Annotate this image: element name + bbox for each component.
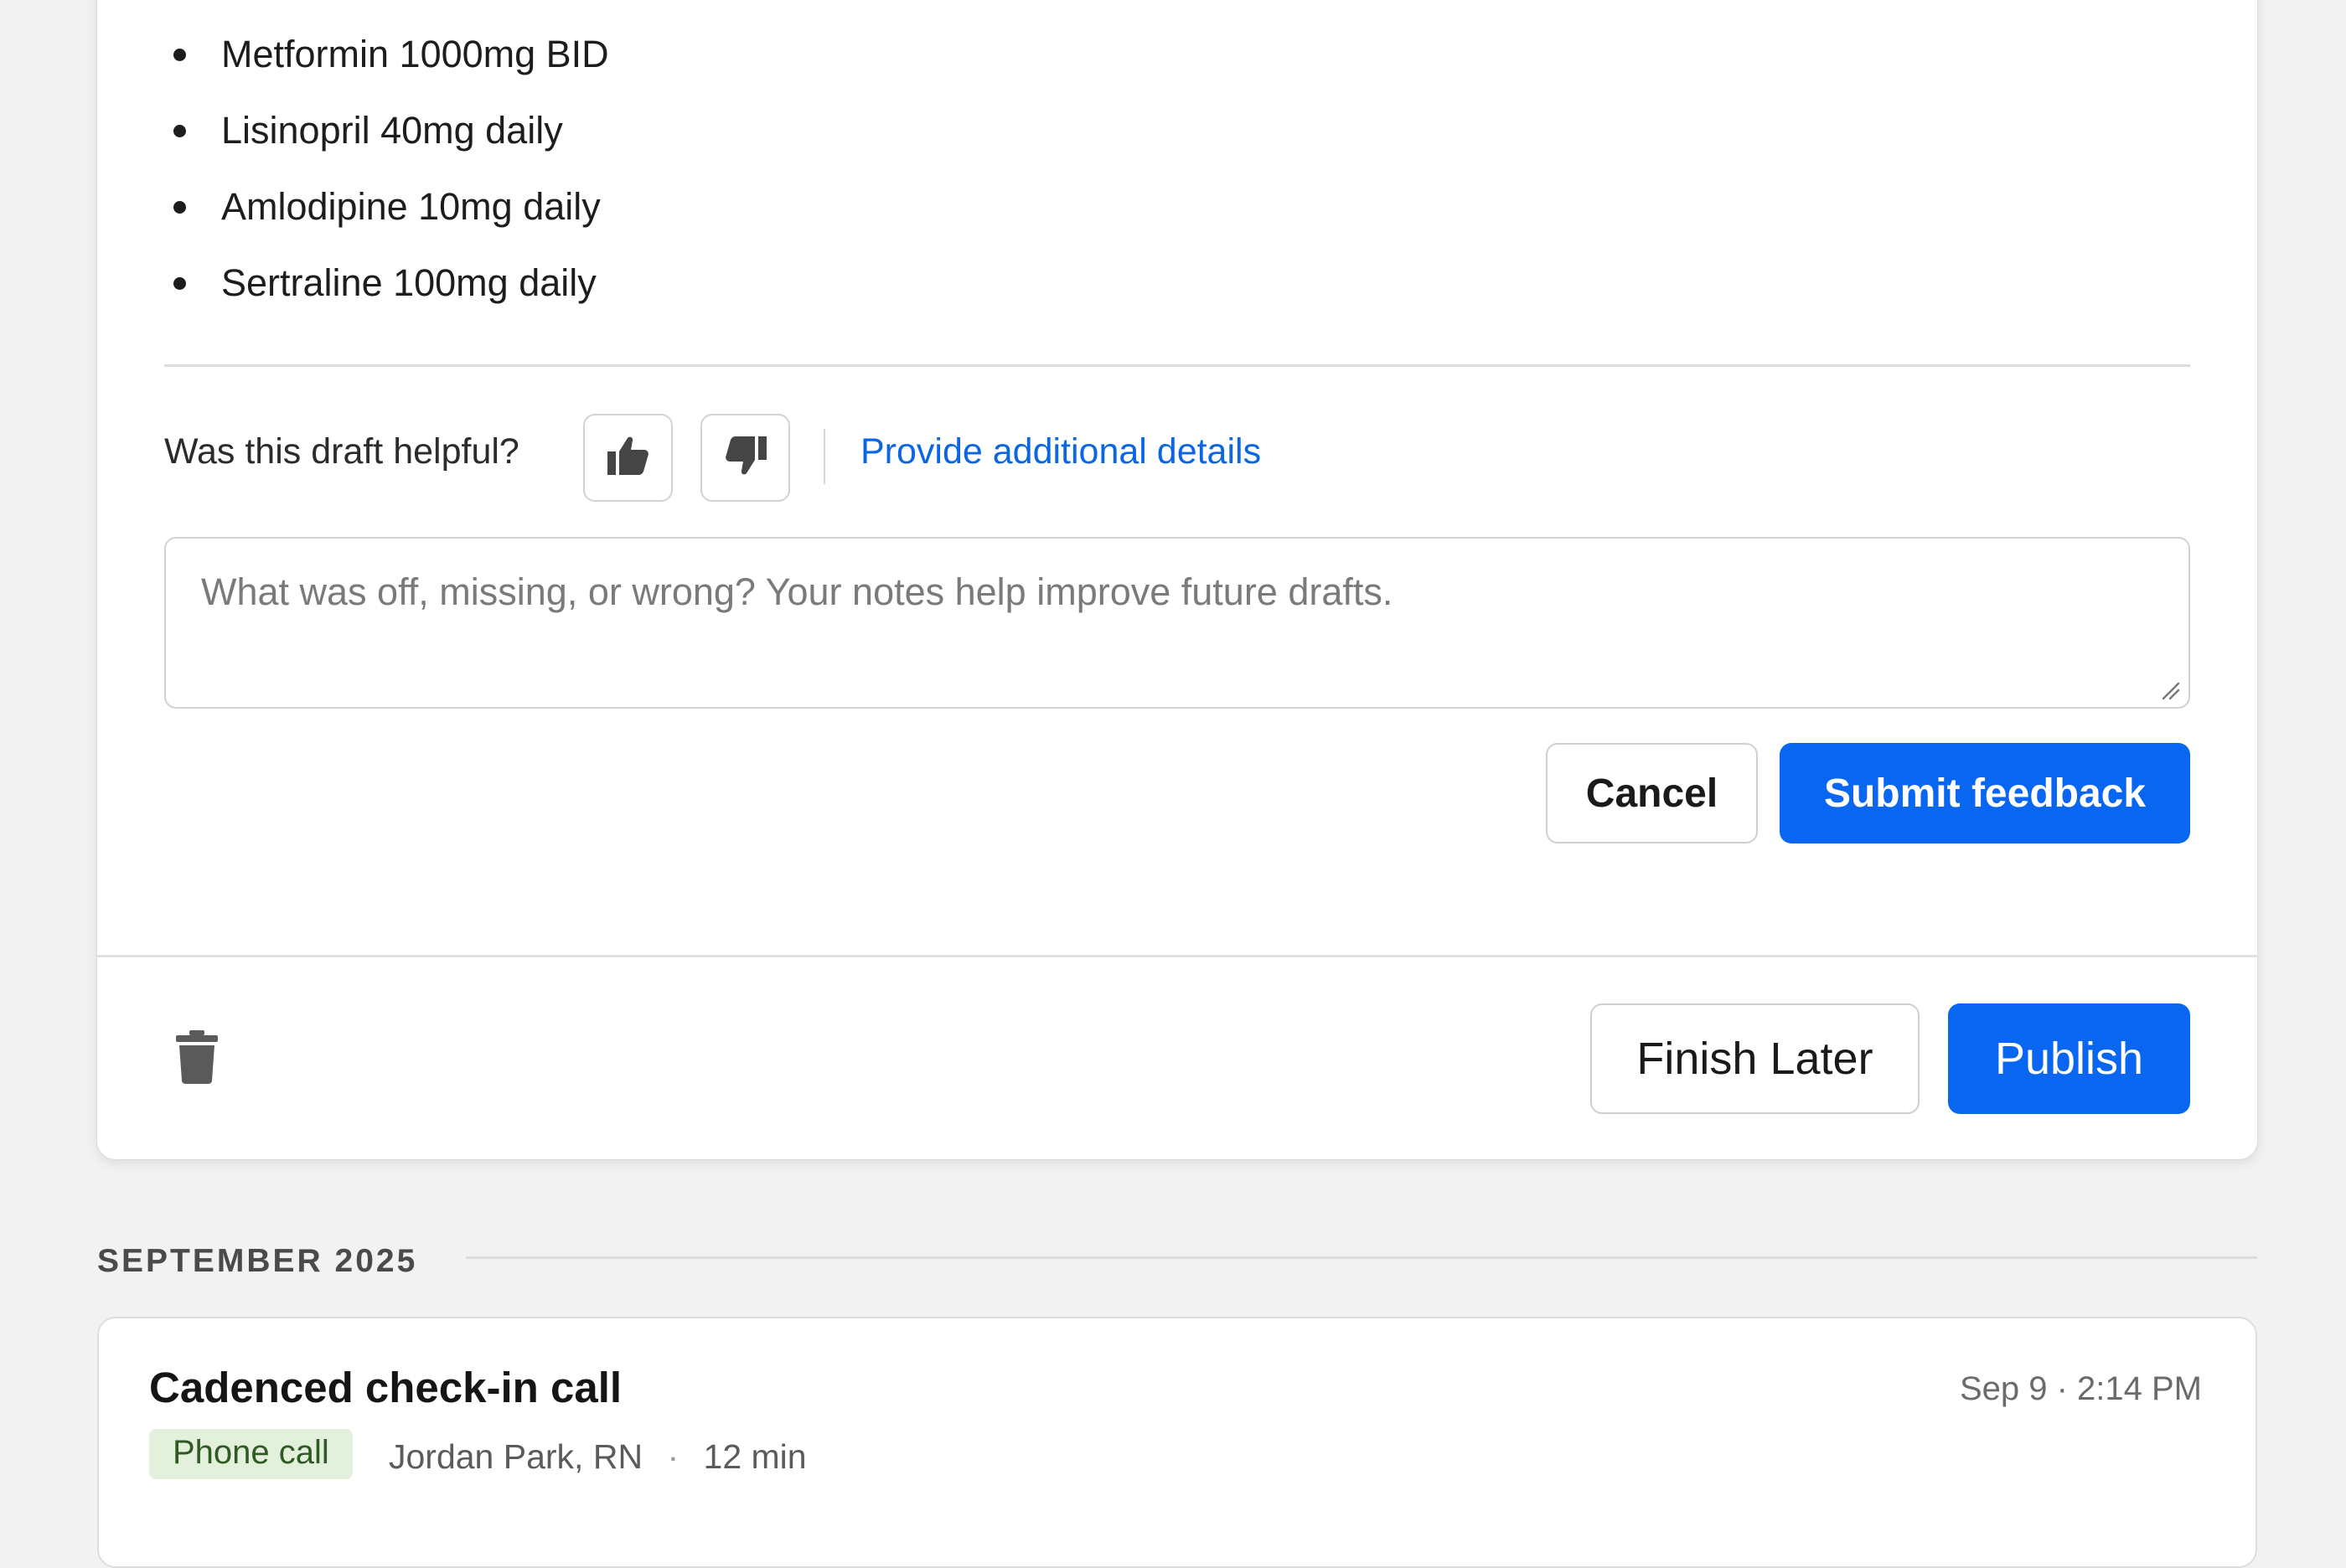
medication-list: Metformin 1000mg BID Lisinopril 40mg dai… — [164, 23, 609, 328]
submit-feedback-button[interactable]: Submit feedback — [1780, 743, 2190, 843]
publish-button[interactable]: Publish — [1948, 1003, 2190, 1114]
divider — [466, 1256, 2257, 1259]
entry-type-badge: Phone call — [149, 1429, 353, 1479]
resize-grip-icon[interactable] — [2160, 680, 2180, 704]
medication-item: Lisinopril 40mg daily — [164, 100, 609, 176]
medication-item: Sertraline 100mg daily — [164, 252, 609, 328]
provide-details-link[interactable]: Provide additional details — [860, 431, 1261, 472]
meta-separator: · — [667, 1437, 680, 1476]
entry-title: Cadenced check-in call — [149, 1364, 623, 1411]
thumbs-down-icon — [723, 435, 768, 481]
entry-duration: 12 min — [703, 1437, 807, 1476]
entry-author: Jordan Park, RN — [389, 1437, 643, 1476]
month-header: SEPTEMBER 2025 — [97, 1243, 418, 1279]
feedback-textarea[interactable] — [164, 537, 2190, 709]
medication-item: Amlodipine 10mg daily — [164, 176, 609, 252]
card-footer-divider — [97, 955, 2257, 957]
medication-item: Metformin 1000mg BID — [164, 23, 609, 100]
thumbs-down-button[interactable] — [700, 414, 790, 502]
divider — [164, 364, 2190, 367]
thumbs-up-button[interactable] — [583, 414, 673, 502]
entry-timestamp: Sep 9 · 2:14 PM — [1959, 1370, 2202, 1407]
feedback-question: Was this draft helpful? — [164, 431, 519, 472]
divider — [824, 429, 825, 484]
thumbs-up-icon — [606, 435, 651, 481]
cancel-button[interactable]: Cancel — [1546, 743, 1758, 843]
trash-icon[interactable] — [176, 1030, 218, 1088]
entry-meta: Jordan Park, RN · 12 min — [389, 1437, 807, 1477]
finish-later-button[interactable]: Finish Later — [1590, 1003, 1920, 1114]
